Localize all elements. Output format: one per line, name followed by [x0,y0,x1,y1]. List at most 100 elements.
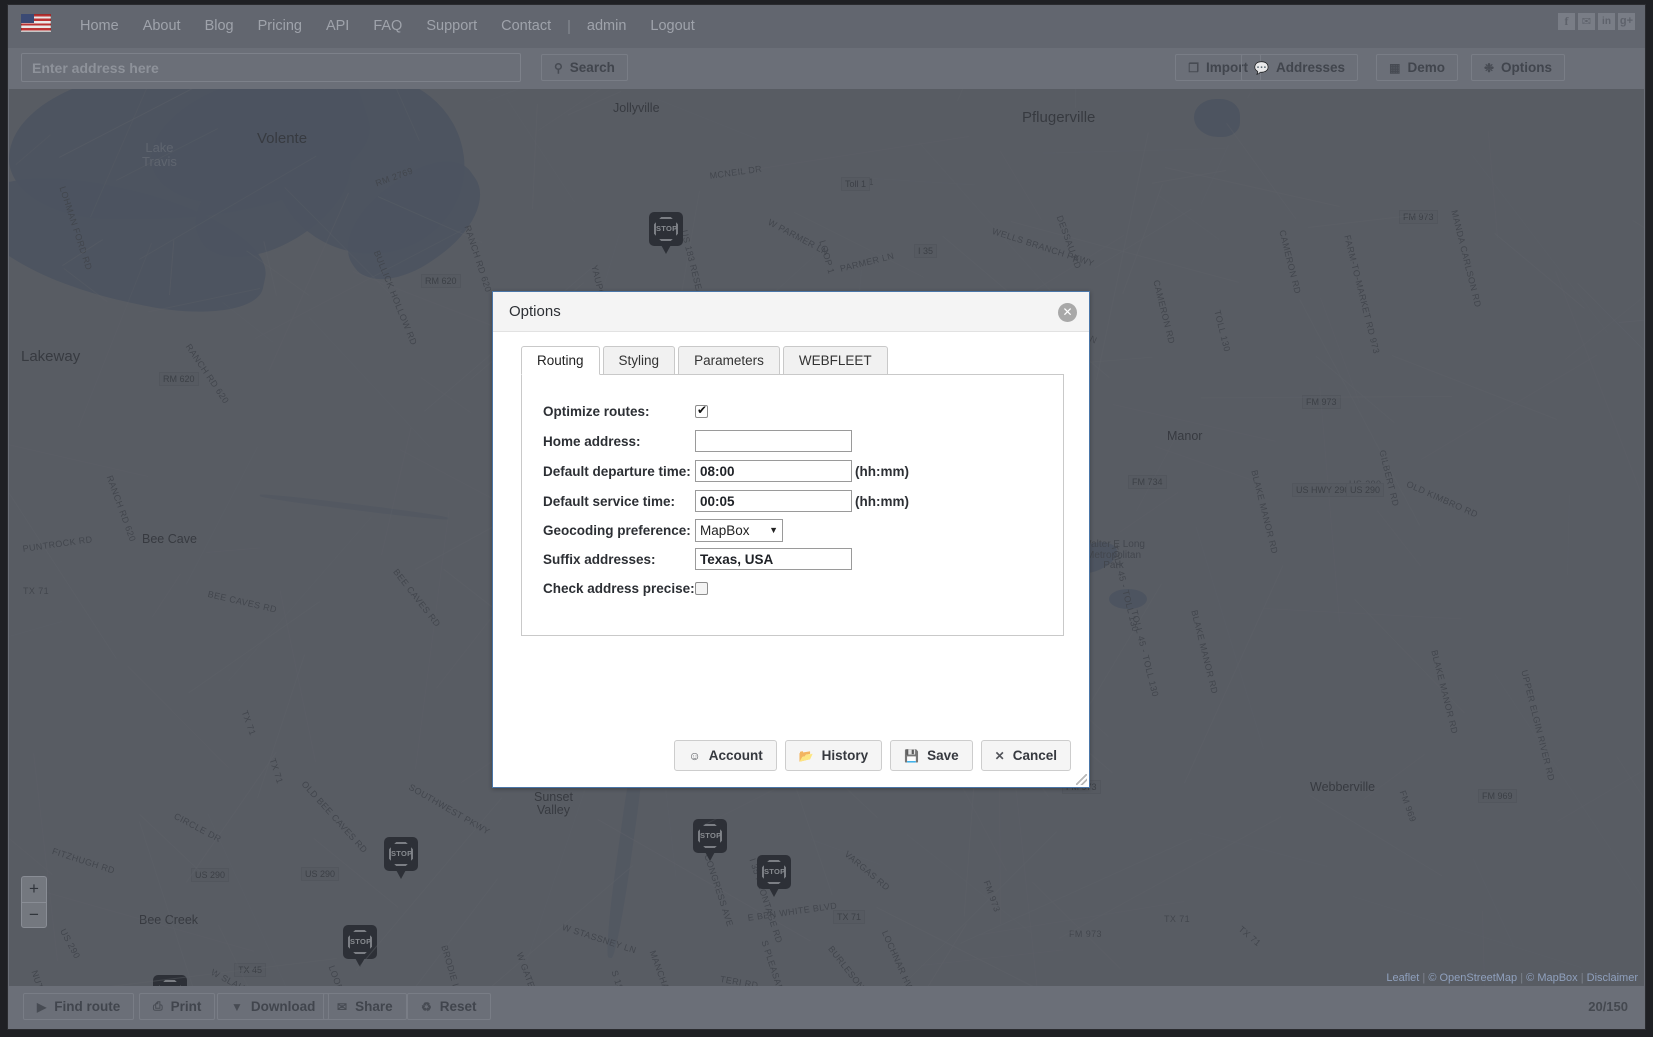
cancel-button[interactable]: ✕ Cancel [980,740,1071,771]
find-route-button[interactable]: ▶ Find route [23,993,135,1020]
addresses-label: Addresses [1275,60,1345,75]
map-road-line [1075,89,1077,109]
map-road-line [957,89,1012,102]
zoom-out-button[interactable]: − [21,902,47,928]
app-window: Home About Blog Pricing API FAQ Support … [7,4,1646,1030]
road-shield: US 290 [301,867,340,881]
save-label: Save [927,748,959,763]
map-road-line [356,797,503,971]
nav-link-logout[interactable]: Logout [638,5,706,48]
map-road-line [726,136,970,175]
nav-link-home[interactable]: Home [68,5,131,48]
home-address-input[interactable] [695,430,852,452]
city-label-jollyville: Jollyville [613,101,660,115]
map-road-line [1157,194,1220,241]
attribution-separator: | [1422,972,1426,984]
download-button[interactable]: ▼ Download [217,993,330,1020]
close-icon[interactable]: ✕ [1058,303,1077,322]
attribution-separator: | [1580,972,1584,984]
road-label: CAMERON RD [1277,229,1303,295]
map-road-line [506,98,576,203]
demo-button[interactable]: ▦ Demo [1376,54,1458,81]
road-shield: RM 620 [159,372,199,386]
tab-parameters[interactable]: Parameters [678,346,780,375]
reset-label: Reset [439,999,477,1014]
map-road-line [1615,756,1644,906]
nav-link-faq[interactable]: FAQ [361,5,414,48]
road-shield: FM 969 [1478,789,1517,803]
tab-styling[interactable]: Styling [602,346,676,375]
map-road-line [1225,123,1296,220]
options-button[interactable]: ❉ Options [1470,54,1565,81]
close-x-icon: ✕ [994,748,1005,763]
tab-routing[interactable]: Routing [521,346,600,375]
account-button[interactable]: ☺ Account [674,740,777,771]
history-button[interactable]: 📂 History [784,740,883,771]
dialog-title-bar[interactable]: Options ✕ [493,292,1089,332]
attribution-mapbox[interactable]: © MapBox [1526,972,1578,984]
road-label: UPPER ELGIN RIVER RD [1519,669,1557,783]
nav-link-admin[interactable]: admin [575,5,639,48]
check-address-precise-label: Check address precise: [543,580,695,596]
nav-link-about[interactable]: About [131,5,193,48]
optimize-routes-checkbox[interactable] [695,403,708,418]
googleplus-icon[interactable]: g+ [1618,13,1635,30]
search-button[interactable]: ⚲ Search [541,54,628,81]
map-road-line [1247,89,1320,99]
gear-icon: ❉ [1483,60,1494,75]
nav-link-pricing[interactable]: Pricing [246,5,314,48]
attribution-disclaimer[interactable]: Disclaimer [1587,972,1638,984]
trash-icon: ♻ [421,999,432,1014]
zoom-in-button[interactable]: + [21,876,47,902]
default-departure-time-input[interactable] [695,460,852,482]
map-road-line [920,949,1064,967]
nav-link-support[interactable]: Support [414,5,489,48]
road-label: BLAKE MANOR RD [1189,609,1220,695]
map-road-line [188,600,321,694]
geocoding-preference-select[interactable]: MapBox ▼ [695,518,783,542]
reset-button[interactable]: ♻ Reset [407,993,491,1020]
road-shield: US 290 [191,868,230,882]
download-label: Download [250,999,316,1014]
stop-marker[interactable]: STOP [649,212,683,254]
search-input[interactable] [21,53,521,82]
map-road-line [999,150,1042,220]
attribution-openstreetmap[interactable]: © OpenStreetMap [1428,972,1517,984]
attribution-leaflet[interactable]: Leaflet [1386,972,1419,984]
nav-link-contact[interactable]: Contact [489,5,563,48]
linkedin-icon[interactable]: in [1598,13,1615,30]
stop-marker-pointer [395,868,407,879]
road-shield: FM 973 [1399,210,1438,224]
stop-marker[interactable]: STOP [384,837,418,879]
options-label: Options [1501,60,1552,75]
city-label-bee-cave: Bee Cave [142,532,197,546]
default-service-time-input[interactable] [695,490,852,512]
tab-webfleet[interactable]: WEBFLEET [782,346,888,375]
us-flag-icon[interactable] [21,14,51,32]
share-button[interactable]: ✉ Share [323,993,407,1020]
printer-icon: ⎙ [153,999,163,1013]
field-row-default-departure-time: Default departure time: (hh:mm) [543,459,909,483]
map-road-line [28,887,254,952]
facebook-icon[interactable]: f [1558,13,1575,30]
map-road-line [1184,566,1284,784]
social-links: f ✉ in g+ [1558,13,1635,30]
check-address-precise-checkbox[interactable] [695,581,708,595]
city-label-sunset-valley: Sunset Valley [534,790,573,818]
account-label: Account [708,748,763,763]
suffix-addresses-input[interactable] [695,548,852,570]
addresses-button[interactable]: 💬 Addresses [1241,54,1358,81]
map-road-line [9,428,149,478]
map-road-line [9,459,117,659]
stop-marker[interactable]: STOP [757,855,791,897]
print-button[interactable]: ⎙ Print [139,993,216,1020]
nav-link-blog[interactable]: Blog [193,5,246,48]
stop-marker[interactable]: STOP [343,925,377,967]
road-label: PARMER LN [839,250,896,274]
map-road-line [872,178,975,186]
nav-link-api[interactable]: API [314,5,361,48]
stop-marker[interactable]: STOP [693,819,727,861]
twitter-icon[interactable]: ✉ [1578,13,1595,30]
save-button[interactable]: 💾 Save [890,740,973,771]
dialog-resize-handle[interactable] [1076,774,1087,785]
